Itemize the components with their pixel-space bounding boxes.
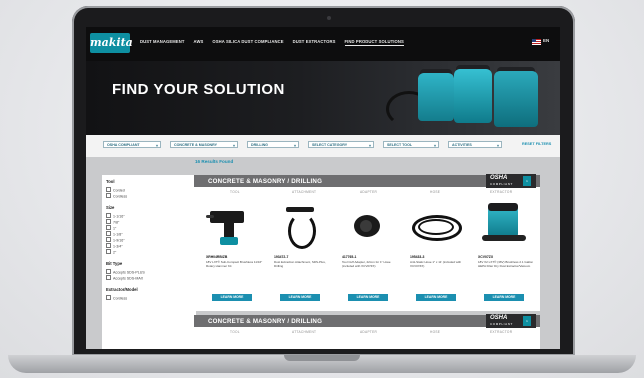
column-header-hose: HOSE: [430, 190, 441, 194]
sidebar-option[interactable]: 2": [106, 249, 116, 255]
sidebar-option[interactable]: Corded: [106, 187, 125, 193]
product-description: Anti-Static Hose 1" x 11' (included with…: [410, 260, 462, 268]
column-header-adapter: ADAPTER: [360, 190, 378, 194]
filter-concrete-masonry[interactable]: CONCRETE & MASONRY: [170, 141, 238, 148]
dust-extractor-image-1: [418, 73, 454, 121]
rotary-hammer-image[interactable]: [206, 203, 256, 249]
makita-logo[interactable]: makita: [90, 33, 133, 53]
column-header-hose-2: HOSE: [430, 330, 441, 334]
sidebar-heading-extractor: Extractor/Model: [106, 287, 138, 292]
dust-extractor-image-2: [454, 69, 492, 123]
osha-compliant-badge: OSHA COMPLIANT 1: [486, 174, 536, 188]
main-menu: DUST MANAGEMENT AWS OSHA SILICA DUST COM…: [140, 39, 404, 46]
sidebar-option[interactable]: 1-3/4": [106, 243, 122, 249]
filter-activities[interactable]: ACTIVITIES: [448, 141, 502, 148]
filter-drilling[interactable]: DRILLING: [247, 141, 299, 148]
learn-more-button[interactable]: LEARN MORE: [484, 294, 524, 301]
sidebar-heading-bit-type: Bit Type: [106, 261, 123, 266]
filter-bar: OSHA COMPLIANT CONCRETE & MASONRY DRILLI…: [86, 135, 560, 157]
product-code: XRH04RB/ZB: [206, 255, 228, 259]
filter-osha-compliant[interactable]: OSHA COMPLIANT: [103, 141, 161, 148]
product-description: 18V X2 LXT® (36V) Brushless 2.1 Gallon H…: [478, 260, 534, 268]
filter-select-tool[interactable]: SELECT TOOL: [383, 141, 439, 148]
osha-badge-subtitle-2: COMPLIANT: [490, 322, 513, 326]
sidebar-option[interactable]: Accepts SDS-MAX: [106, 275, 143, 281]
dust-extractor-image-3: [494, 71, 538, 127]
sidebar-option[interactable]: 1": [106, 225, 116, 231]
us-flag-icon[interactable]: [532, 39, 541, 45]
osha-badge-title: OSHA: [490, 175, 508, 181]
product-bundle-card: CONCRETE & MASONRY / DRILLING OSHA COMPL…: [194, 174, 540, 311]
column-header-attachment: ATTACHMENT: [292, 190, 317, 194]
product-code: 195433-3: [410, 255, 425, 259]
language-selector[interactable]: EN: [543, 38, 549, 43]
product-code: XCV07ZX: [478, 255, 494, 259]
sidebar-option[interactable]: Cordless: [106, 295, 127, 301]
osha-badge-subtitle: COMPLIANT: [490, 182, 513, 186]
nav-aws[interactable]: AWS: [194, 39, 204, 46]
column-header-adapter-2: ADAPTER: [360, 330, 378, 334]
osha-emblem-icon-2: 1: [523, 316, 531, 326]
cuff-adapter-image[interactable]: [344, 203, 394, 249]
reset-filters-link[interactable]: RESET FILTERS: [522, 141, 551, 148]
sidebar-heading-size: Size: [106, 205, 115, 210]
column-header-attachment-2: ATTACHMENT: [292, 330, 317, 334]
bundle-title-2: CONCRETE & MASONRY / DRILLING: [208, 318, 323, 325]
product-code: 193472-7: [274, 255, 289, 259]
hero-title: FIND YOUR SOLUTION: [112, 81, 285, 98]
camera-icon: [327, 16, 331, 20]
top-navigation: makita DUST MANAGEMENT AWS OSHA SILICA D…: [86, 27, 560, 61]
column-header-extractor-2: EXTRACTOR: [490, 330, 513, 334]
product-description: 18V LXT® Sub-Compact Brushless 11/16" Ro…: [206, 260, 263, 268]
learn-more-button[interactable]: LEARN MORE: [416, 294, 456, 301]
product-code: 417765-1: [342, 255, 357, 259]
nav-osha-compliance[interactable]: OSHA SILICA DUST COMPLIANCE: [212, 39, 283, 46]
learn-more-button[interactable]: LEARN MORE: [212, 294, 252, 301]
dust-attachment-image[interactable]: [276, 203, 326, 249]
laptop-notch: [284, 355, 360, 361]
sidebar-heading-tool: Tool: [106, 179, 115, 184]
osha-compliant-badge-2: OSHA COMPLIANT 1: [486, 314, 536, 328]
sidebar-option[interactable]: 1-9/16": [106, 237, 124, 243]
column-header-tool-2: TOOL: [230, 330, 240, 334]
column-header-tool: TOOL: [230, 190, 240, 194]
osha-badge-title-2: OSHA: [490, 315, 508, 321]
results-count: 16 Results Found: [195, 159, 234, 164]
sidebar-option[interactable]: 7/8": [106, 219, 119, 225]
laptop-screen: makita DUST MANAGEMENT AWS OSHA SILICA D…: [86, 27, 560, 349]
nav-dust-management[interactable]: DUST MANAGEMENT: [140, 39, 185, 46]
osha-emblem-icon: 1: [523, 176, 531, 186]
filter-sidebar: Tool Corded Cordless Size 1-1/16" 7/8" 1…: [102, 175, 196, 349]
nav-dust-extractors[interactable]: DUST EXTRACTORS: [293, 39, 336, 46]
sidebar-option[interactable]: Cordless: [106, 193, 127, 199]
column-header-extractor: EXTRACTOR: [490, 190, 513, 194]
filter-select-category[interactable]: SELECT CATEGORY: [308, 141, 374, 148]
bundle-title: CONCRETE & MASONRY / DRILLING: [208, 178, 323, 185]
product-description: Dust Extraction Attachment, SDS-Plus, Dr…: [274, 260, 326, 268]
results-area: 16 Results Found Tool Corded Cordless Si…: [86, 157, 560, 349]
learn-more-button[interactable]: LEARN MORE: [348, 294, 388, 301]
nav-find-product-solutions[interactable]: FIND PRODUCT SOLUTIONS: [344, 39, 404, 46]
sidebar-option[interactable]: Accepts SDS-PLUS: [106, 269, 145, 275]
product-description: Tool Cuff Adapter, 22mm for 1" Hose (inc…: [342, 260, 391, 268]
sidebar-option[interactable]: 1-1/8": [106, 231, 122, 237]
learn-more-button[interactable]: LEARN MORE: [280, 294, 320, 301]
hose-image[interactable]: [406, 203, 466, 249]
dust-extractor-product-image[interactable]: [478, 201, 534, 251]
sidebar-option[interactable]: 1-1/16": [106, 213, 124, 219]
hero-banner: FIND YOUR SOLUTION: [86, 61, 560, 135]
product-bundle-card-2: CONCRETE & MASONRY / DRILLING OSHA COMPL…: [194, 314, 540, 349]
